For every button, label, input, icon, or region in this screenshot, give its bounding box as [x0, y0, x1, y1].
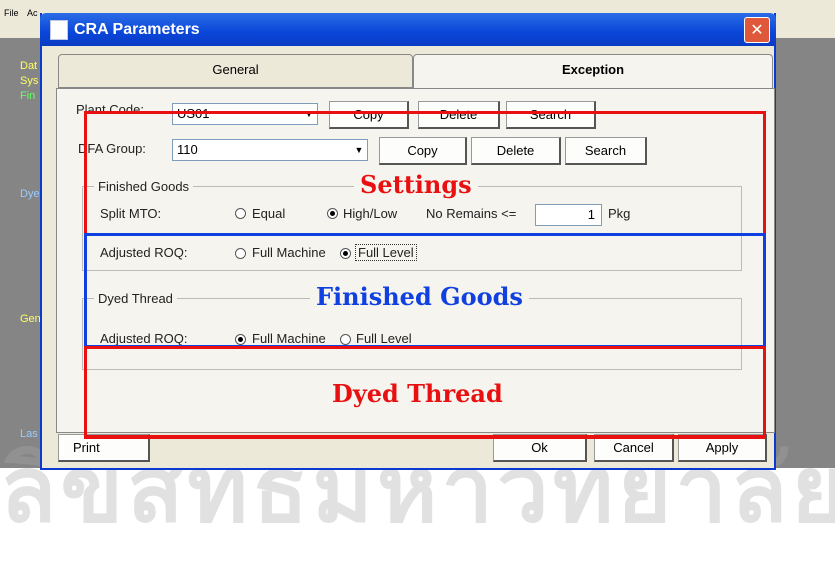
bg-label-finished: Fin: [20, 90, 36, 102]
close-icon: ✕: [750, 20, 764, 39]
bg-label-general: Gen: [20, 313, 41, 325]
tab-general[interactable]: General: [58, 54, 413, 88]
settings-annotation: Settings: [354, 170, 478, 199]
bg-label-system: Sys: [20, 75, 39, 87]
close-button[interactable]: ✕: [744, 17, 770, 43]
tab-exception[interactable]: Exception: [413, 54, 773, 88]
menu-item-action[interactable]: Ac: [27, 8, 38, 18]
menu-item-file[interactable]: File: [4, 8, 19, 18]
finished-goods-annotation: Finished Goods: [310, 282, 529, 311]
dyed-thread-annotation: Dyed Thread: [326, 379, 509, 408]
window-icon: [50, 20, 68, 40]
bg-label-dyed: Dye: [20, 188, 40, 200]
dialog-titlebar[interactable]: CRA Parameters ✕: [40, 13, 776, 46]
dialog-title: CRA Parameters: [74, 21, 200, 38]
bg-label-date: Dat: [20, 60, 38, 72]
